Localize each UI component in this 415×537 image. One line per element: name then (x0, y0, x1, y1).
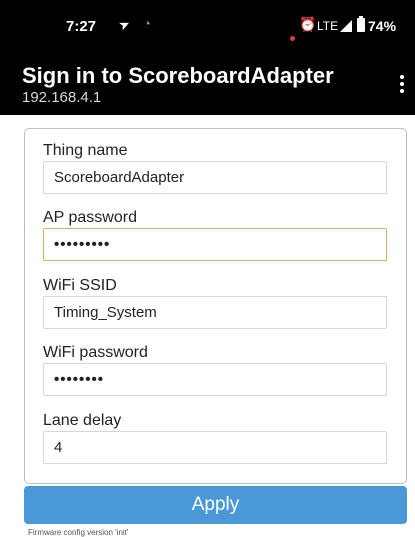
lane-delay-label: Lane delay (43, 412, 122, 429)
ap-password-input[interactable]: ••••••••• (43, 228, 387, 261)
signal-icon (340, 20, 352, 32)
overflow-menu-icon[interactable] (395, 73, 409, 95)
thing-name-label: Thing name (43, 142, 128, 159)
page-subtitle: 192.168.4.1 (22, 89, 102, 106)
network-type: LTE (317, 19, 339, 33)
lane-delay-input[interactable]: 4 (43, 431, 387, 464)
wifi-ssid-input[interactable]: Timing_System (43, 296, 387, 329)
ap-password-label: AP password (43, 209, 137, 226)
wifi-password-input[interactable]: •••••••• (43, 363, 387, 396)
app-bar: Sign in to ScoreboardAdapter 192.168.4.1 (0, 50, 415, 115)
firmware-version-text: Firmware config version 'init' (28, 528, 129, 537)
navigation-arrow-icon: ➤ (116, 15, 133, 34)
status-time: 7:27 (66, 18, 97, 35)
battery-icon (357, 16, 365, 32)
thing-name-input[interactable]: ScoreboardAdapter (43, 161, 387, 194)
config-form: Thing name ScoreboardAdapter AP password… (24, 128, 407, 484)
wifi-password-label: WiFi password (43, 344, 148, 361)
wifi-icon: ◔ (143, 16, 151, 31)
battery-percent: 74% (368, 18, 397, 34)
alarm-icon: ⏰ (299, 16, 317, 32)
apply-button[interactable]: Apply (24, 486, 407, 524)
wifi-ssid-label: WiFi SSID (43, 277, 117, 294)
notification-dot-icon (290, 36, 295, 41)
page-title: Sign in to ScoreboardAdapter (22, 63, 334, 88)
status-bar: 7:27 ➤ ◔ ⏰ LTE 74% (0, 0, 415, 50)
